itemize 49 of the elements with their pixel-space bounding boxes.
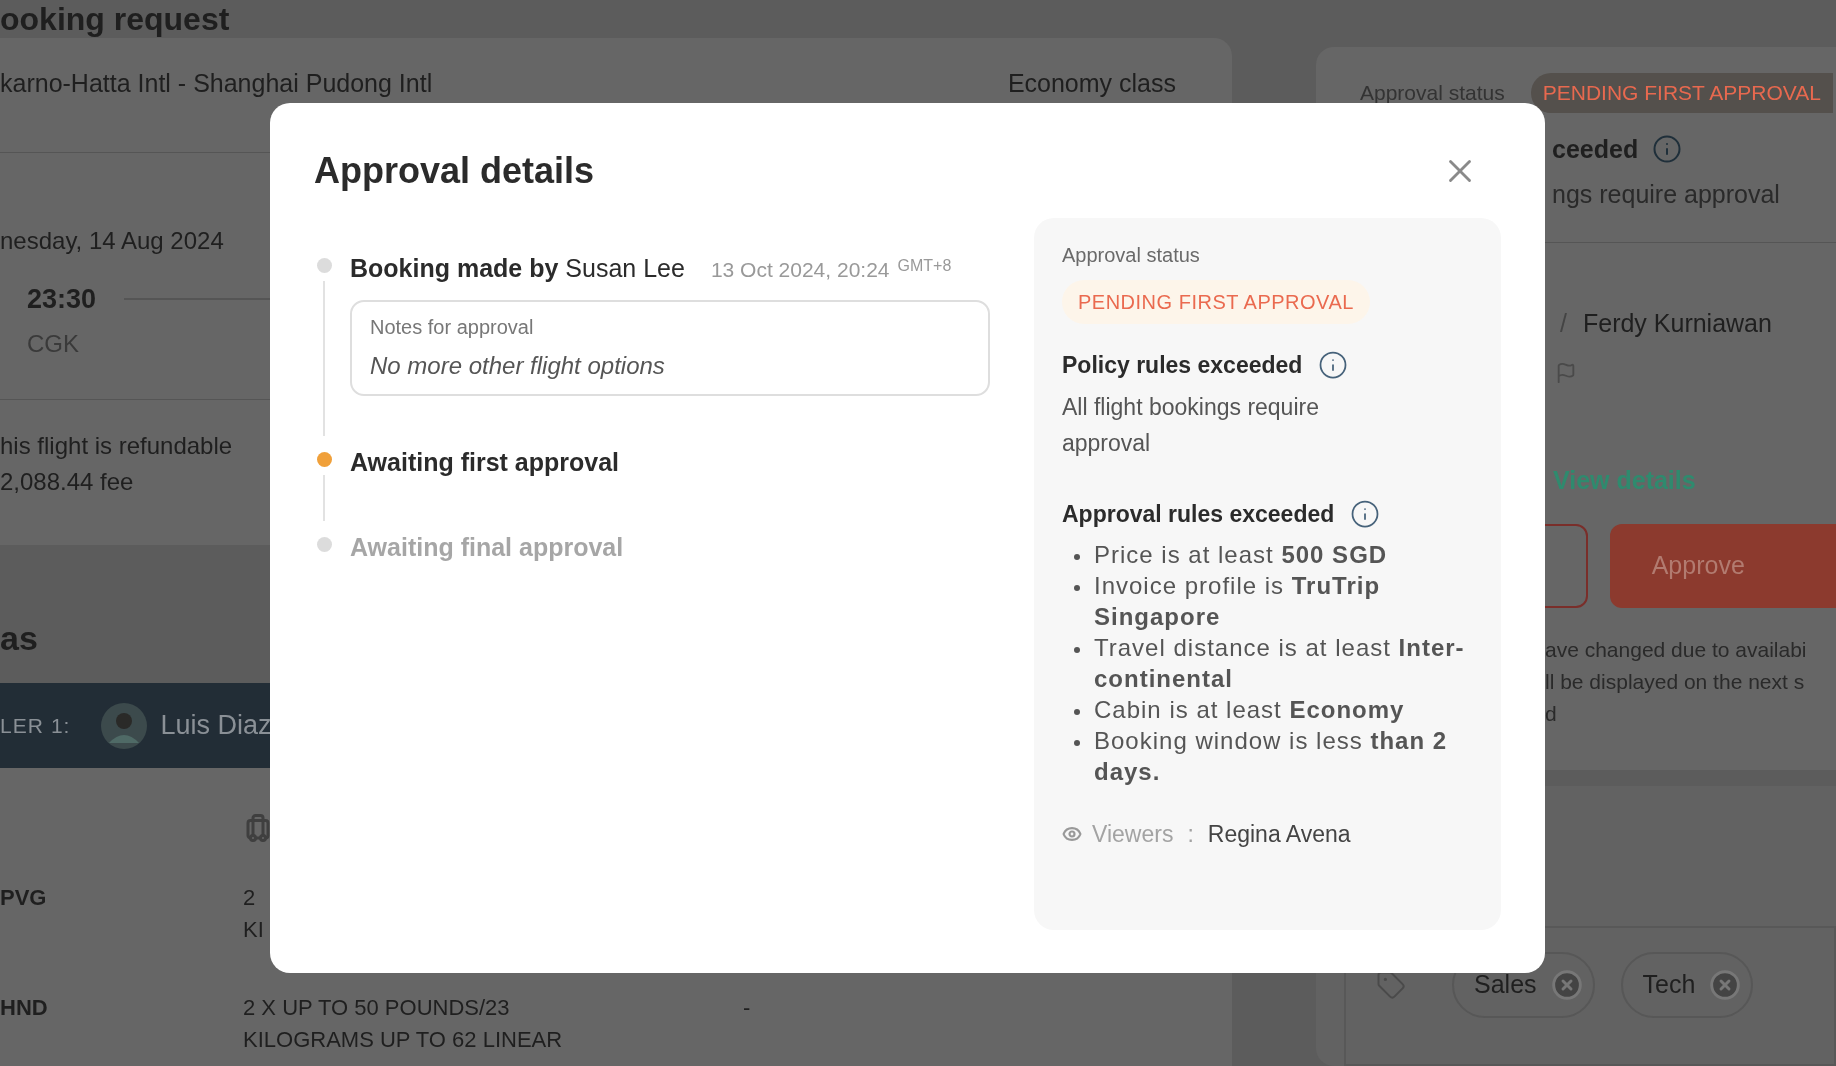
- page-title: ooking request: [0, 0, 230, 38]
- status-badge: PENDING FIRST APPROVAL: [1062, 280, 1370, 324]
- section-title: Policy rules exceeded: [1062, 351, 1303, 380]
- notes-label: Notes for approval: [370, 314, 535, 340]
- rule-title: ceeded: [1552, 133, 1639, 165]
- modal-title: Approval details: [314, 149, 595, 193]
- departure-time: 23:30: [27, 283, 97, 316]
- step-time: 13 Oct 2024, 20:24: [710, 257, 890, 283]
- tag-label: Tech: [1642, 969, 1696, 1001]
- approve-button[interactable]: Approve: [1610, 523, 1836, 608]
- rule-text: Price is at least 500 SGD: [1094, 540, 1389, 570]
- viewers-name: Regina Avena: [1207, 820, 1351, 849]
- note-text: d: [1545, 700, 1558, 727]
- section-text: All flight bookings require approval: [1062, 392, 1320, 458]
- section-title: Approval rules exceeded: [1062, 499, 1335, 529]
- table-cell-text: -: [743, 994, 751, 1022]
- step-title: Awaiting final approval: [350, 532, 624, 563]
- rule-text: Invoice profile is TruTrip Singapore: [1094, 571, 1382, 632]
- status-label: Approval status: [1062, 243, 1201, 268]
- timezone: GMT+8: [897, 256, 952, 276]
- tag-label: Sales: [1474, 969, 1537, 1001]
- step-title: Booking made by Susan Lee: [350, 253, 685, 284]
- rule-text: Cabin is at least Economy: [1094, 695, 1406, 725]
- rule-text: ngs require approval: [1552, 179, 1780, 210]
- refund-text: his flight is refundable: [0, 431, 233, 461]
- flight-date: nesday, 14 Aug 2024: [0, 226, 224, 256]
- airport-code: HND: [0, 994, 49, 1022]
- separator: :: [1187, 820, 1194, 849]
- refund-text: 2,088.44 fee: [0, 467, 134, 497]
- status-badge: PENDING FIRST APPROVAL: [1530, 73, 1833, 113]
- airport-code: PVG: [0, 884, 48, 912]
- note-text: ave changed due to availabi: [1545, 636, 1808, 663]
- step-title: Awaiting first approval: [350, 446, 620, 478]
- baggage-text: KI: [243, 916, 264, 944]
- section-title: as: [0, 617, 38, 659]
- viewers-label: Viewers: [1092, 820, 1174, 849]
- baggage-text: 2 X UP TO 50 POUNDS/23: [243, 994, 510, 1022]
- baggage-text: 2: [243, 884, 256, 912]
- cabin-class: Economy class: [1007, 68, 1176, 98]
- approver-name: Ferdy Kurniawan: [1582, 307, 1772, 339]
- separator: /: [1560, 307, 1567, 339]
- notes-text: No more other flight options: [370, 350, 666, 381]
- rule-text: Booking window is less than 2 days.: [1094, 726, 1449, 787]
- traveler-label: LER 1:: [0, 712, 71, 739]
- rule-text: Travel distance is at least Inter-continental: [1094, 633, 1466, 694]
- traveler-name: Luis Diaz: [160, 709, 272, 743]
- route-text: karno-Hatta Intl - Shanghai Pudong Intl: [0, 68, 433, 98]
- baggage-text: KILOGRAMS UP TO 62 LINEAR: [243, 1026, 563, 1054]
- note-text: ll be displayed on the next s: [1545, 668, 1806, 695]
